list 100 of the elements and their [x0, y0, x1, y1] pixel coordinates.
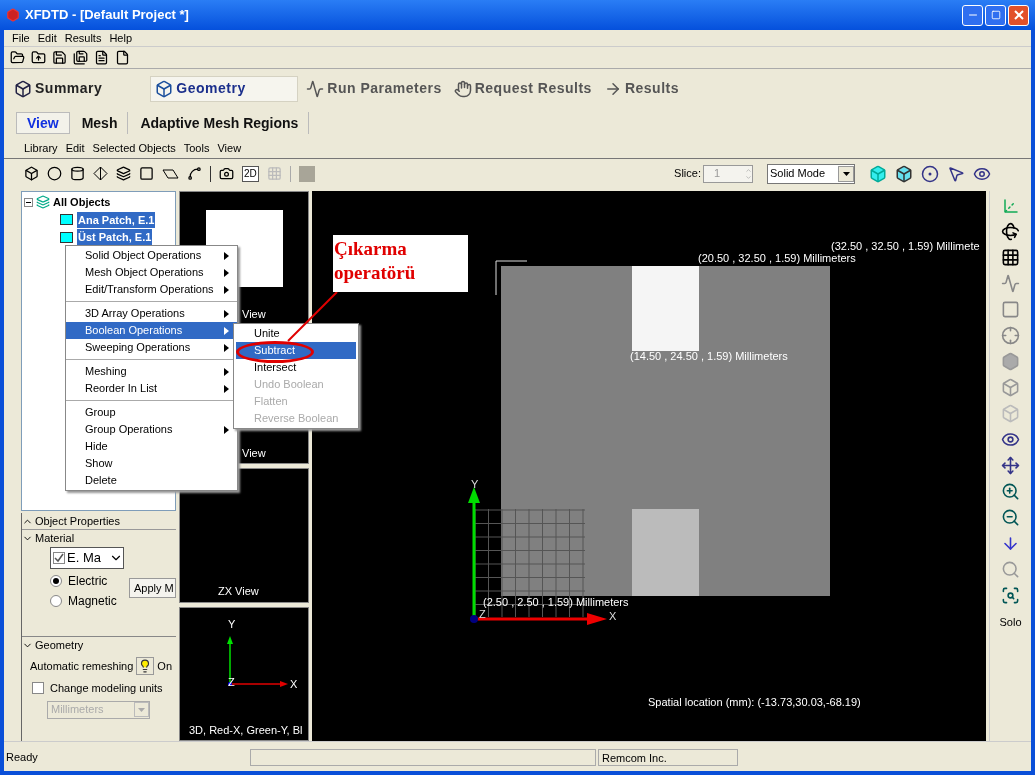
menu-item[interactable]: Meshing	[66, 363, 237, 380]
sub-tab[interactable]: View	[16, 112, 70, 134]
main-tab[interactable]: Results	[599, 75, 683, 102]
corner-bracket-icon	[495, 260, 527, 295]
object-icon	[60, 231, 73, 243]
menu-item[interactable]: Sweeping Operations	[66, 339, 237, 356]
move-icon[interactable]	[1001, 456, 1020, 475]
menu-item[interactable]: Selected Objects	[92, 139, 176, 156]
pointer-icon[interactable]	[947, 164, 965, 183]
view-label: ZX View	[218, 584, 259, 599]
menu-item[interactable]: Edit	[37, 29, 57, 47]
menu-item[interactable]: File	[12, 29, 30, 47]
zoom-all-icon[interactable]	[1001, 586, 1020, 605]
axes-drawing	[224, 635, 288, 690]
coordinate-label: (20.50 , 32.50 , 1.59) Millimeters	[698, 252, 856, 266]
menu-item[interactable]: Group	[66, 404, 237, 421]
app-icon	[6, 8, 20, 22]
menu-item[interactable]: Hide	[66, 438, 237, 455]
rotate-icon[interactable]	[1001, 222, 1020, 241]
menu-item[interactable]: Reorder In List	[66, 380, 237, 397]
axis-label: Y	[228, 616, 236, 632]
material-dropdown[interactable]: E. Ma	[50, 547, 124, 569]
main-tab[interactable]: Summary	[10, 75, 107, 102]
zoom-out-icon[interactable]	[1001, 508, 1020, 527]
menu-item[interactable]: Help	[109, 29, 132, 47]
remesh-label: Automatic remeshing	[30, 658, 134, 674]
cube-icon[interactable]	[24, 166, 39, 181]
section-header[interactable]: Object Properties	[35, 512, 120, 530]
axis-label: Y	[471, 477, 479, 492]
tree-node[interactable]: All Objects	[53, 194, 111, 211]
menu-item[interactable]: Subtract	[236, 342, 356, 359]
wave-icon	[306, 79, 325, 98]
sub-tab[interactable]: Mesh	[71, 112, 129, 134]
cylinder-icon[interactable]	[70, 166, 85, 181]
arrow-icon[interactable]	[1001, 534, 1020, 553]
view-label: 3D, Red-X, Green-Y, Bl	[189, 722, 303, 738]
diamond-icon[interactable]	[93, 166, 108, 181]
sub-tab[interactable]: Adaptive Mesh Regions	[130, 112, 310, 134]
menu-item[interactable]: Edit	[65, 139, 85, 156]
main-tab[interactable]: Geometry	[150, 75, 299, 102]
crosshair-icon[interactable]	[1001, 326, 1020, 345]
view-icon[interactable]	[1001, 430, 1020, 449]
maximize-button[interactable]	[985, 4, 1006, 26]
menu-item[interactable]: Library	[24, 139, 58, 156]
axis-label: Z	[228, 674, 235, 690]
color-swatch[interactable]	[298, 165, 315, 182]
section-header[interactable]: Geometry	[35, 636, 84, 654]
grid-icon[interactable]	[1001, 248, 1020, 267]
camera-icon[interactable]	[219, 166, 234, 181]
minimize-button[interactable]	[962, 4, 983, 26]
slice-label: Slice:	[674, 166, 701, 182]
viewport[interactable]: ZX View	[179, 468, 309, 603]
folder-icon[interactable]	[31, 50, 46, 65]
dropdown-arrow-icon	[842, 171, 850, 176]
sphere-icon[interactable]	[47, 166, 62, 181]
radio-button[interactable]	[50, 595, 62, 607]
maximize-icon	[990, 10, 1001, 20]
file-icon[interactable]	[115, 50, 130, 65]
layers-icon[interactable]	[116, 166, 131, 181]
main-tab[interactable]: Request Results	[449, 75, 596, 102]
close-button[interactable]	[1008, 4, 1029, 26]
zoom-in-icon[interactable]	[1001, 482, 1020, 501]
save-all-icon[interactable]	[73, 50, 88, 65]
units-checkbox[interactable]: Change modeling units	[32, 680, 176, 697]
main-tab[interactable]: Run Parameters	[302, 75, 446, 102]
wave-icon[interactable]	[1001, 274, 1020, 293]
save-icon[interactable]	[52, 50, 67, 65]
toggle-2d-button[interactable]: 2D	[242, 165, 259, 182]
tree-item[interactable]: Üst Patch, E.1	[77, 229, 153, 246]
section-header[interactable]: Material	[35, 530, 75, 547]
menu-item[interactable]: View	[217, 139, 242, 156]
cube-select-icon[interactable]	[895, 164, 913, 183]
square-icon[interactable]	[139, 166, 154, 181]
mode-dropdown[interactable]: Solid Mode	[767, 163, 855, 184]
radio-label[interactable]: Magnetic	[68, 592, 117, 610]
callout-label: Çıkarma operatörü	[333, 235, 468, 292]
coordinate-label: (2.50 , 2.50 , 1.59) Millimeters	[483, 595, 629, 610]
document-icon[interactable]	[94, 50, 109, 65]
radio-button[interactable]	[50, 575, 62, 587]
status-text: Ready	[5, 749, 39, 765]
collapse-icon[interactable]	[24, 197, 33, 207]
open-folder-icon[interactable]	[10, 50, 25, 65]
menu-item[interactable]: Results	[64, 29, 102, 47]
radio-label[interactable]: Electric	[68, 572, 108, 590]
location-readout: Spatial location (mm): (-13.73,30.03,-68.19)	[648, 695, 861, 710]
tree-item[interactable]: Ana Patch, E.1	[77, 211, 156, 228]
remesh-toggle[interactable]	[136, 657, 155, 675]
dropdown-arrow-icon	[138, 707, 145, 712]
axis-label: X	[290, 676, 298, 692]
viewport[interactable]: Y Z X 3D, Red-X, Green-Y, Bl	[179, 606, 309, 741]
coordinate-label: (14.50 , 24.50 , 1.59) Millimeters	[630, 349, 788, 364]
cube-icon	[155, 79, 174, 98]
menu-item[interactable]: Tools	[183, 139, 210, 156]
solo-button[interactable]: Solo	[999, 614, 1022, 631]
close-icon	[1013, 10, 1024, 20]
menu-item[interactable]: Group Operations	[66, 421, 237, 438]
apply-button[interactable]: Apply M	[129, 578, 176, 598]
view-label: View	[242, 445, 266, 461]
menu-item[interactable]: Boolean Operations	[66, 322, 237, 339]
parallelogram-icon[interactable]	[162, 168, 179, 179]
